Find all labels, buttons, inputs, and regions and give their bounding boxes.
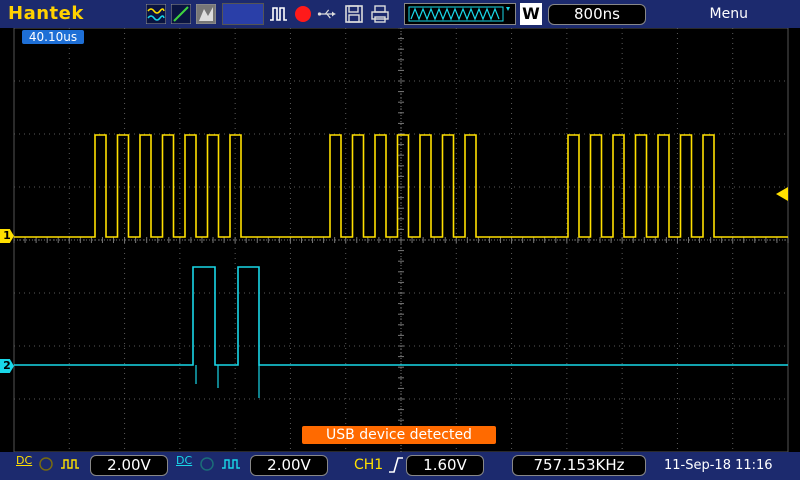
top-toolbar <box>0 0 800 28</box>
ch2-coupling-label: DC <box>176 454 193 467</box>
ch1-coupling-label: DC <box>16 454 33 467</box>
waveform-overview[interactable] <box>404 3 516 25</box>
save-icon[interactable] <box>344 4 364 24</box>
ch2-scale-value[interactable]: 2.00V <box>250 455 328 476</box>
ch1-invert-icon <box>61 459 79 469</box>
time-position-indicator: 40.10us <box>22 30 84 44</box>
wave-icon[interactable] <box>146 4 166 24</box>
run-icon[interactable] <box>268 4 288 24</box>
waveform-display[interactable] <box>0 28 800 452</box>
trigger-source-label[interactable]: CH1 <box>354 457 383 473</box>
trigger-edge-icon[interactable] <box>388 456 404 474</box>
ch1-bw-icon <box>39 457 53 471</box>
record-icon[interactable] <box>293 4 313 24</box>
trigger-level-marker[interactable] <box>776 187 788 201</box>
overview-wave-icon <box>408 6 510 22</box>
trigger-level-value[interactable]: 1.60V <box>406 455 484 476</box>
timebase-value[interactable]: 800ns <box>548 4 646 25</box>
frequency-readout: 757.153KHz <box>512 455 646 476</box>
ch1-scale-value[interactable]: 2.00V <box>90 455 168 476</box>
trigger-mode-badge[interactable]: W <box>520 3 542 25</box>
print-icon[interactable] <box>370 4 390 24</box>
status-message: USB device detected <box>302 426 496 444</box>
blank-indicator <box>222 3 264 25</box>
brand-logo: Hantek <box>8 3 84 24</box>
ch2-invert-icon <box>222 459 240 469</box>
shade-icon[interactable] <box>196 4 216 24</box>
ch2-bw-icon <box>200 457 214 471</box>
ramp-icon[interactable] <box>171 4 191 24</box>
menu-button[interactable]: Menu <box>710 6 748 22</box>
datetime-display: 11-Sep-18 11:16 <box>664 458 773 473</box>
usb-icon <box>317 9 336 19</box>
